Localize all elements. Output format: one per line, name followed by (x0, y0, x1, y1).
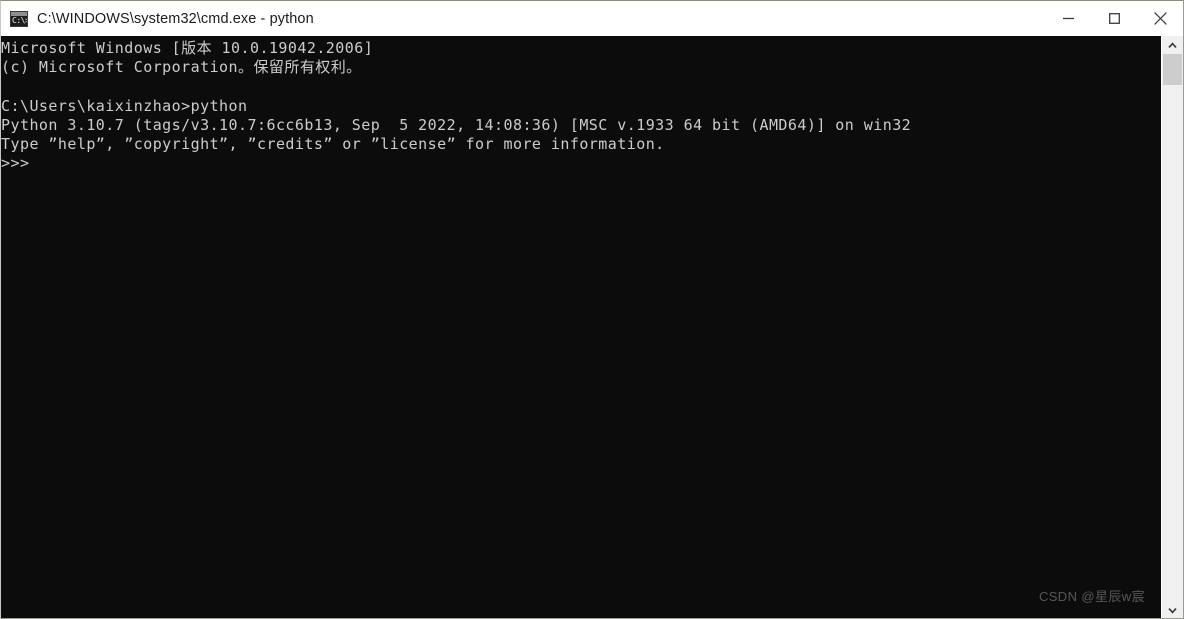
csdn-watermark: CSDN @星辰w宸 (1038, 589, 1145, 604)
title-bar[interactable]: C:\> C:\WINDOWS\system32\cmd.exe - pytho… (1, 1, 1183, 36)
cmd-icon-glyph: C:\> (12, 15, 28, 25)
console-text: Microsoft Windows [版本 10.0.19042.2006] (… (1, 39, 912, 173)
window-controls (1045, 1, 1183, 36)
cmd-icon: C:\> (10, 10, 28, 27)
scroll-thumb[interactable] (1163, 54, 1182, 85)
scroll-up-button[interactable] (1162, 36, 1183, 54)
cmd-window: C:\> C:\WINDOWS\system32\cmd.exe - pytho… (0, 0, 1184, 619)
minimize-button[interactable] (1045, 1, 1091, 36)
chevron-down-icon (1168, 607, 1177, 614)
window-title: C:\WINDOWS\system32\cmd.exe - python (37, 10, 314, 27)
minimize-icon (1062, 17, 1074, 20)
scroll-down-button[interactable] (1162, 601, 1183, 618)
console-output-area[interactable]: Microsoft Windows [版本 10.0.19042.2006] (… (1, 36, 1161, 618)
vertical-scrollbar[interactable] (1161, 36, 1183, 618)
close-icon (1153, 12, 1167, 25)
chevron-up-icon (1168, 41, 1177, 48)
maximize-icon (1108, 13, 1120, 24)
close-button[interactable] (1137, 1, 1183, 36)
maximize-button[interactable] (1091, 1, 1137, 36)
